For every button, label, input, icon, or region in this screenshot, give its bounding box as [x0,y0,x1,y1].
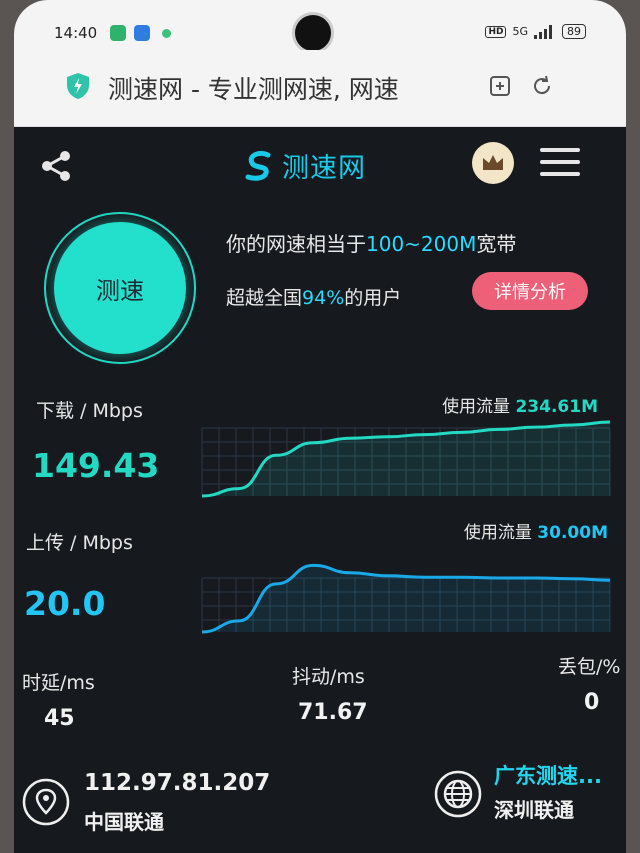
front-camera [292,12,334,54]
refresh-icon[interactable] [530,74,554,98]
logo-text: 测速网 [282,153,366,184]
test-node[interactable]: 广东测速... [494,760,618,790]
upload-label: 上传 / Mbps [26,532,133,554]
latency-value: 45 [44,706,75,731]
broadband-range: 100~200M [366,232,477,256]
download-label: 下载 / Mbps [36,400,143,422]
ip-address: 112.97.81.207 [84,770,271,796]
upload-value: 20.0 [24,584,106,623]
jitter-value: 71.67 [298,700,368,725]
upload-chart [201,563,611,634]
detail-analysis-button[interactable]: 详情分析 [472,272,588,310]
globe-icon[interactable] [434,770,482,818]
location-icon [22,778,70,826]
latency-label: 时延/ms [22,672,95,694]
phone-screen: 14:40 HD 5G 89 测速网 - 专业测网速, 网速 测速网 测速 你的… [14,0,626,853]
share-icon[interactable] [38,148,74,184]
node-isp: 深圳联通 [494,798,574,822]
app-logo[interactable]: 测速网 [242,146,366,185]
status-bar: 14:40 HD 5G 89 [14,0,626,54]
packet-loss-label: 丢包/% [558,656,621,678]
download-value: 149.43 [32,446,160,485]
download-chart [201,420,611,498]
network-type: 5G [512,25,528,38]
speed-equivalent: 你的网速相当于100~200M宽带 [226,232,517,256]
app-notification-icon [110,25,126,41]
packet-loss-value: 0 [584,690,600,715]
status-time: 14:40 [54,24,98,42]
jitter-label: 抖动/ms [292,666,365,688]
rank-text: 超越全国94%的用户 [226,287,402,309]
status-indicators: HD 5G 89 [485,24,586,39]
signal-icon [534,24,552,39]
upload-notification-icon [134,25,150,41]
menu-icon[interactable] [540,148,580,184]
app-header: 测速网 [14,126,626,202]
rank-percent: 94% [302,287,345,309]
isp-name: 中国联通 [84,810,164,834]
bookmark-add-icon[interactable] [488,74,512,98]
battery-indicator: 89 [562,24,586,39]
logo-icon [245,150,271,181]
start-test-button[interactable]: 测速 [54,222,186,354]
hd-badge: HD [485,25,507,38]
vip-button[interactable] [472,142,514,184]
notification-dot-icon [162,29,171,38]
crown-icon [483,155,503,170]
shield-icon [67,73,89,99]
browser-url-bar[interactable]: 测速网 - 专业测网速, 网速 [14,50,626,127]
page-title[interactable]: 测速网 - 专业测网速, 网速 [108,70,454,106]
